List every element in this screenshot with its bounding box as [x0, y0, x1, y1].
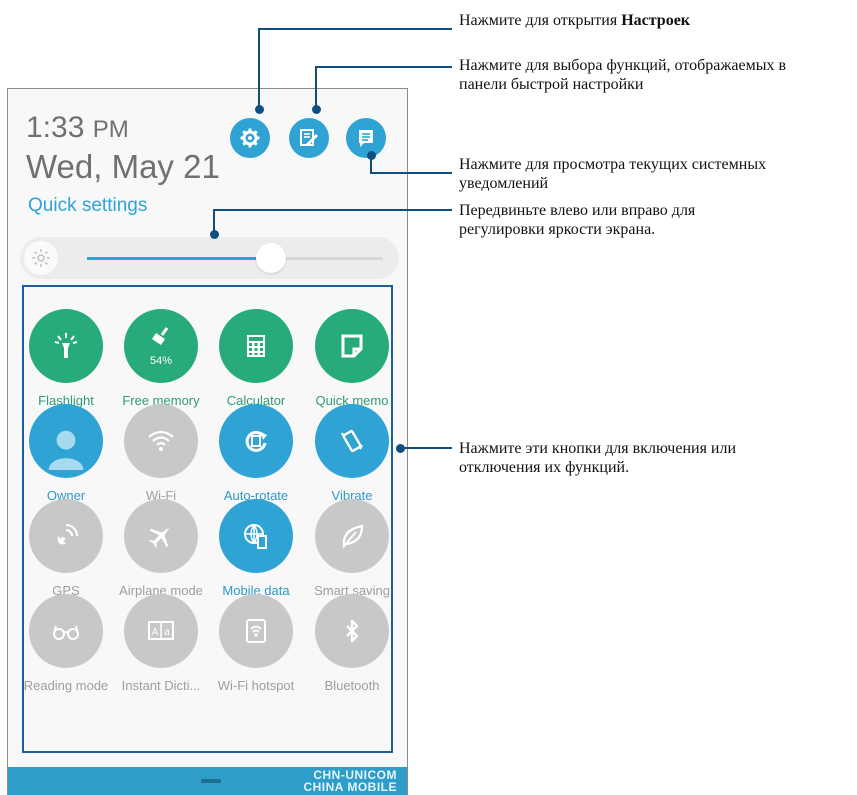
- callout-line-notif-h: [370, 172, 452, 174]
- callout-notif-line-1: Нажмите для просмотра текущих системных: [459, 156, 767, 173]
- callout-edit-line-2: панели быстрой настройки: [459, 76, 644, 93]
- callout-bright-line-2: регулировки яркости экрана.: [459, 221, 656, 238]
- notifications-button[interactable]: [346, 118, 386, 158]
- callout-bright-line-1: Передвиньте влево или вправо для: [459, 202, 696, 219]
- callout-settings-text: Нажмите для открытия: [459, 12, 622, 29]
- clock: 1:33 PM: [26, 111, 129, 145]
- edit-quick-settings-button[interactable]: [289, 118, 329, 158]
- callout-line-settings-h: [258, 28, 452, 30]
- settings-button[interactable]: [230, 118, 270, 158]
- brightness-slider-track[interactable]: [87, 257, 383, 260]
- brightness-slider-fill: [87, 257, 271, 260]
- callout-tiles: Нажмите эти кнопки для включения или отк…: [459, 439, 736, 477]
- tiles-highlight-box: [22, 285, 393, 753]
- edit-icon: [300, 129, 319, 147]
- notification-icon: [359, 130, 373, 147]
- brightness-control: [20, 237, 399, 279]
- drag-handle[interactable]: [201, 779, 221, 783]
- callout-line-settings-v: [258, 28, 260, 108]
- callout-line-edit-h: [315, 66, 452, 68]
- navigation-bar: CHN-UNICOM CHINA MOBILE: [8, 767, 407, 795]
- quick-settings-label: Quick settings: [28, 195, 148, 216]
- callout-line-edit-v: [315, 66, 317, 108]
- callout-line-bright-h: [213, 209, 452, 211]
- clock-time: 1:33: [26, 111, 85, 144]
- callout-edit-line-1: Нажмите для выбора функций, отображаемых…: [459, 57, 787, 74]
- callout-tiles-line-1: Нажмите эти кнопки для включения или: [459, 440, 737, 457]
- carrier-label: CHN-UNICOM CHINA MOBILE: [303, 769, 397, 793]
- callout-line-tiles-h: [400, 447, 452, 449]
- callout-line-notif-v: [370, 152, 372, 174]
- brightness-slider-thumb[interactable]: [256, 243, 286, 273]
- callout-tiles-line-2: отключения их функций.: [459, 459, 630, 476]
- callout-line-bright-v: [213, 209, 215, 233]
- carrier-line-2: CHINA MOBILE: [303, 780, 397, 794]
- callout-settings-bold: Настроек: [621, 12, 691, 29]
- date-label: Wed, May 21: [26, 148, 220, 185]
- sun-icon: [32, 249, 50, 267]
- callout-notif-line-2: уведомлений: [459, 175, 549, 192]
- callout-notifications: Нажмите для просмотра текущих системных …: [459, 155, 766, 193]
- callout-edit: Нажмите для выбора функций, отображаемых…: [459, 56, 786, 94]
- callout-settings: Нажмите для открытия Настроек: [459, 11, 690, 30]
- gear-icon: [240, 128, 260, 148]
- brightness-icon[interactable]: [24, 241, 58, 275]
- clock-ampm: PM: [92, 116, 129, 143]
- callout-brightness: Передвиньте влево или вправо для регулир…: [459, 201, 695, 239]
